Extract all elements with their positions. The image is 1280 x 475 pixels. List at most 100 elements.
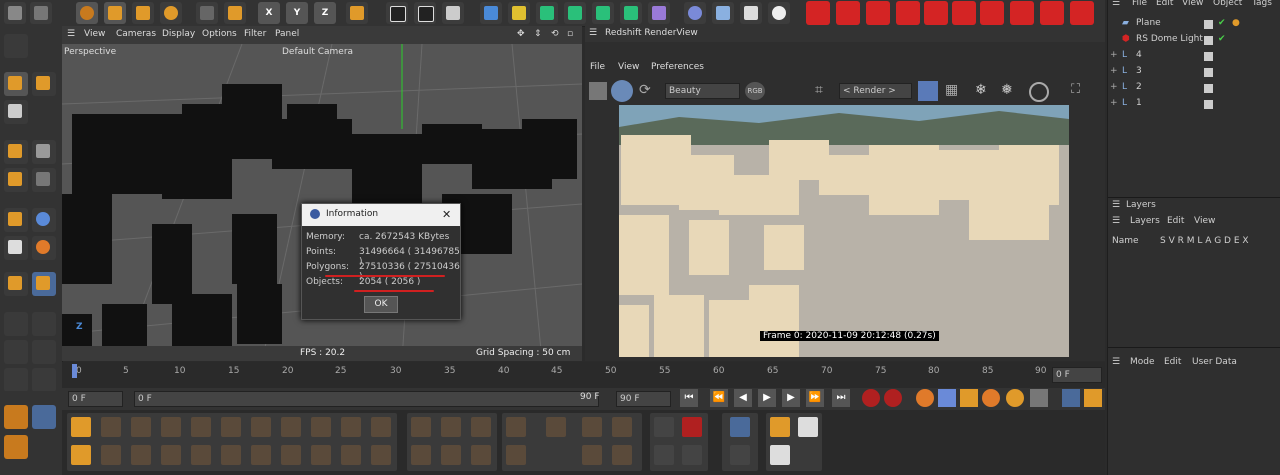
grid-layout-icon[interactable] [32,405,56,429]
goto-start-icon[interactable]: ⏮ [680,389,698,407]
make-editable-icon[interactable] [4,34,28,58]
key-scale-icon[interactable] [960,389,978,407]
tool-icon[interactable] [281,445,301,465]
extrude-icon[interactable] [564,2,586,24]
tool-icon[interactable] [101,445,121,465]
om-menu-tags[interactable]: Tags [1252,0,1272,8]
points-mode-icon[interactable] [4,140,28,164]
axis-y-button[interactable]: Y [286,2,308,24]
move-tool-icon[interactable] [104,2,126,24]
redshift-dome-light-icon[interactable] [1040,1,1064,25]
expand-icon[interactable]: + [1110,82,1118,92]
taper-icon[interactable] [4,368,28,392]
texture-mode-icon[interactable] [4,100,28,124]
check-icon[interactable]: ✔ [1218,34,1226,44]
sculpt-icon[interactable] [4,312,28,336]
tool-icon[interactable] [191,445,211,465]
tool-icon[interactable] [546,417,566,437]
rgb-button[interactable]: RGB [745,82,765,100]
tool-icon[interactable] [770,417,790,437]
tool-icon[interactable] [161,445,181,465]
expand-icon[interactable]: + [1110,50,1118,60]
scene-icon[interactable] [684,2,706,24]
layers-menu-icon[interactable]: ☰ [1112,216,1120,226]
uv-mode-icon[interactable] [32,168,56,192]
tool-icon[interactable] [251,417,271,437]
layers-menu-edit[interactable]: Edit [1167,216,1184,226]
snowflake-settings-icon[interactable]: ❅ [1001,82,1013,98]
viewport-menu-icon[interactable]: ☰ [67,29,75,39]
fit-view-icon[interactable]: ⛶ [1071,82,1080,97]
object-row-1[interactable]: + L 1 [1108,96,1280,112]
tool-icon[interactable] [654,445,674,465]
check-icon[interactable]: ✔ [1218,18,1226,28]
tool-icon[interactable] [251,445,271,465]
tool-icon[interactable] [582,417,602,437]
object-row-rs-dome-light[interactable]: ⬢ RS Dome Light ✔ [1108,32,1280,48]
redshift-proxy-icon[interactable] [836,1,860,25]
start-render-icon[interactable] [611,80,633,102]
tool-icon[interactable] [471,417,491,437]
ok-button[interactable]: OK [364,296,398,313]
tool-icon[interactable] [221,445,241,465]
max-frame-field[interactable]: 90 F [616,391,671,407]
crop-icon[interactable]: ⌗ [815,82,833,100]
record-keys-icon[interactable] [862,389,880,407]
renderview-menu-file[interactable]: File [590,62,605,72]
object-row-3[interactable]: + L 3 [1108,64,1280,80]
renderview-menu-icon[interactable]: ☰ [589,28,597,38]
play-icon[interactable]: ▶ [758,389,776,407]
viewport-menu-options[interactable]: Options [202,29,237,39]
cloner-icon[interactable] [592,2,614,24]
viewport-menu-filter[interactable]: Filter [244,29,266,39]
visibility-dots[interactable] [1204,68,1213,77]
timeline-frame-field[interactable]: 0 F [1052,367,1102,383]
layout-icon[interactable] [4,405,28,429]
tool-icon[interactable] [411,445,431,465]
light-icon[interactable] [768,2,790,24]
tool-icon[interactable] [411,417,431,437]
snap-settings-icon[interactable] [32,208,56,232]
redshift-ies-icon[interactable] [1070,1,1094,25]
axis-z-button[interactable]: Z [314,2,336,24]
viewport-rotate-icon[interactable]: ⟲ [551,29,559,39]
object-mode-icon[interactable] [32,72,56,96]
aov-select[interactable]: Beauty [665,83,740,99]
viewport-menu-view[interactable]: View [84,29,105,39]
knife-icon[interactable] [32,272,56,296]
tool-icon[interactable] [131,445,151,465]
tool-icon[interactable] [371,417,391,437]
rotate-tool-icon[interactable] [160,2,182,24]
paint-tool-icon[interactable] [71,445,91,465]
refresh-icon[interactable]: ⟳ [639,82,657,100]
undo-icon[interactable] [4,2,26,24]
twist-icon[interactable] [32,340,56,364]
object-row-2[interactable]: + L 2 [1108,80,1280,96]
next-key-icon[interactable]: ⏩ [806,389,824,407]
tool-icon[interactable] [730,417,750,437]
tool-icon[interactable] [191,417,211,437]
key-pla-icon[interactable] [1030,389,1048,407]
floor-icon[interactable] [712,2,734,24]
render-picture-viewer-icon[interactable] [414,2,436,24]
tool-icon[interactable] [471,445,491,465]
model-mode-icon[interactable] [4,72,28,96]
viewport-menu-display[interactable]: Display [162,29,195,39]
redshift-point-light-icon[interactable] [952,1,976,25]
grid-icon[interactable]: ▦ [945,82,958,98]
viewport-menu-panel[interactable]: Panel [275,29,299,39]
key-parameter-icon[interactable] [1006,389,1024,407]
timeline-ruler[interactable]: 0 5 10 15 20 25 30 35 40 45 50 55 60 65 … [62,362,1105,388]
tool-icon[interactable] [506,417,526,437]
redshift-area-light-icon[interactable] [924,1,948,25]
redshift-camera-icon[interactable] [806,1,830,25]
visibility-dots[interactable] [1204,36,1213,45]
select-tool-icon[interactable] [76,2,98,24]
edges-mode-icon[interactable] [32,140,56,164]
scale-tool-icon[interactable] [132,2,154,24]
pen-icon[interactable] [508,2,530,24]
smooth-icon[interactable] [32,312,56,336]
redshift-environment-icon[interactable] [896,1,920,25]
tool-icon[interactable] [281,417,301,437]
tag-icon[interactable]: ● [1232,18,1240,28]
